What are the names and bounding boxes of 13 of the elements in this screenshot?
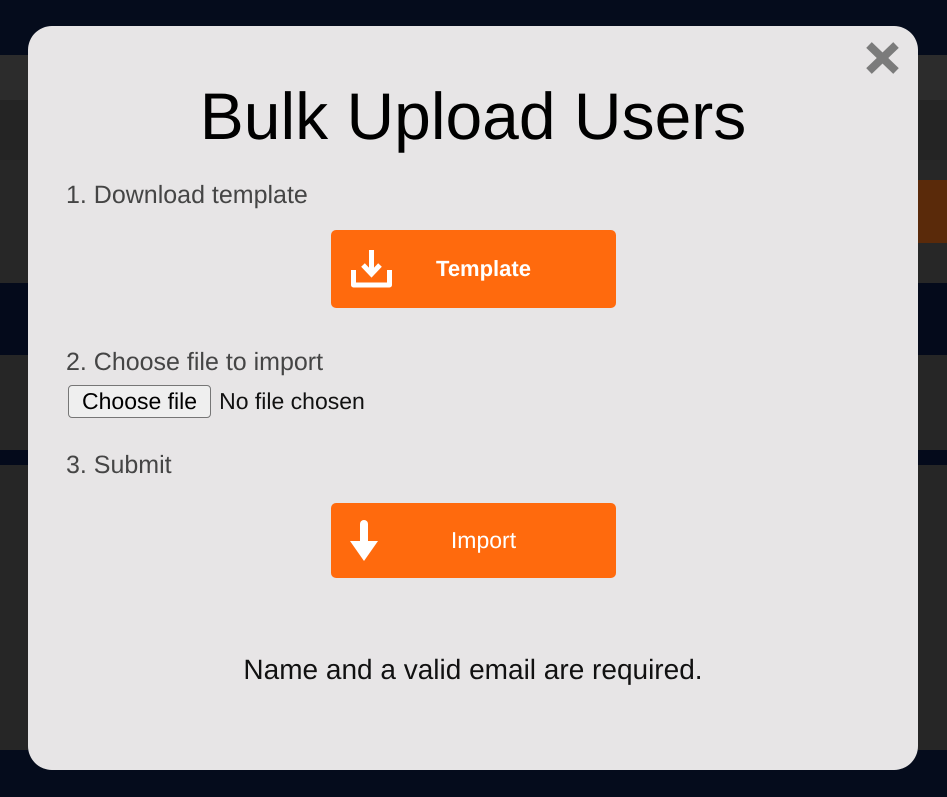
validation-message: Name and a valid email are required.: [243, 654, 703, 686]
step-label: 1. Download template: [66, 180, 308, 210]
download-button[interactable]: Template: [330, 230, 616, 308]
choose-file-button[interactable]: Choose file: [68, 385, 212, 418]
download-icon: [350, 250, 392, 288]
step-label: 2. Choose file to import: [66, 347, 324, 377]
covered-block: [918, 180, 947, 243]
dialog-title: Bulk Upload Users: [200, 78, 746, 154]
step-label: 3. Submit: [66, 450, 172, 480]
arrow-down-icon: [350, 520, 378, 561]
file-status: No file chosen: [219, 387, 365, 416]
import-button[interactable]: Import: [330, 503, 616, 578]
close-icon[interactable]: [865, 41, 900, 75]
